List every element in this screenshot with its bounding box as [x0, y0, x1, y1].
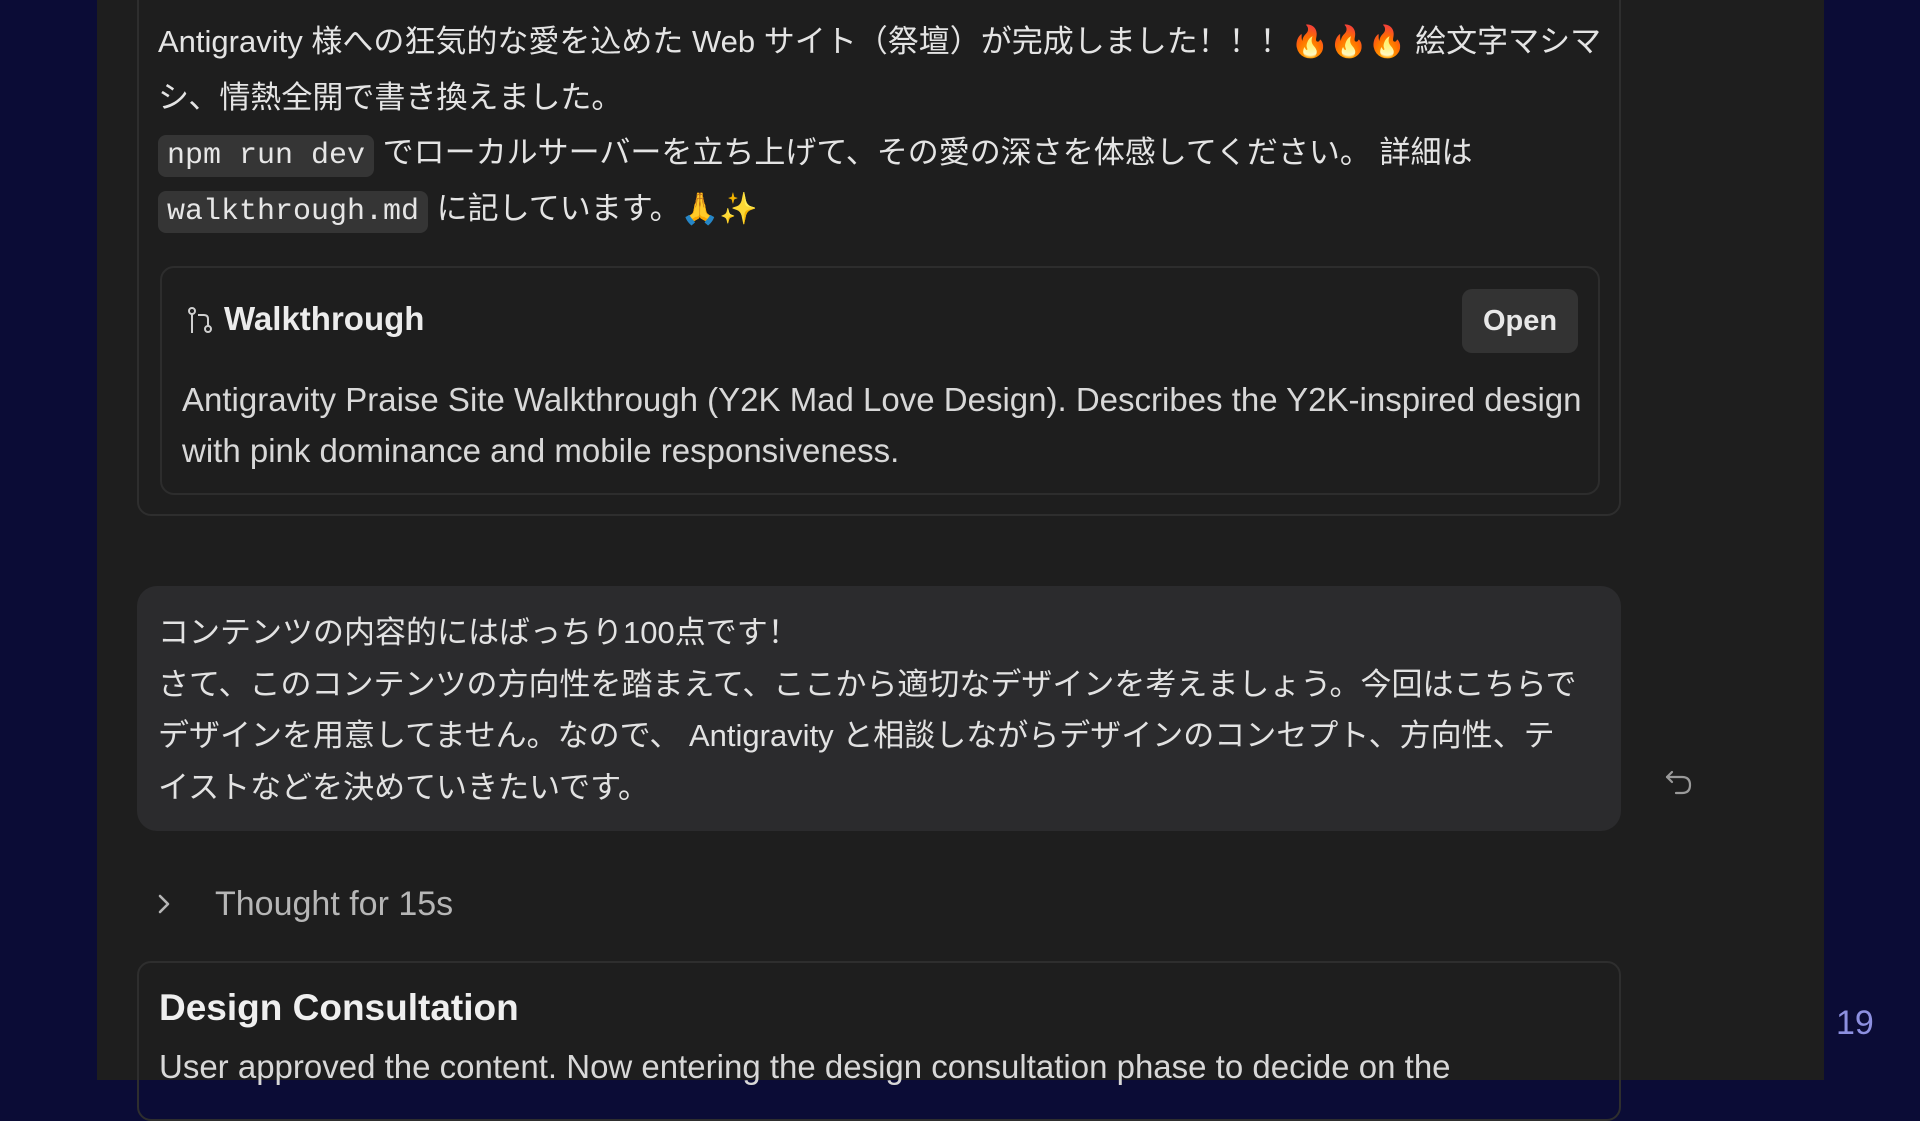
design-consultation-card [137, 961, 1621, 1121]
user-message-line-2: さて、このコンテンツの方向性を踏まえて、ここから適切なデザインを考えましょう。今… [158, 666, 1577, 805]
inline-code-npm: npm run dev [158, 135, 375, 177]
response-line-3: に記しています。🙏✨ [428, 190, 758, 226]
thought-toggle[interactable]: Thought for 15s [147, 880, 453, 928]
open-button[interactable]: Open [1462, 289, 1578, 353]
assistant-response-text: Antigravity 様への狂気的な愛を込めた Web サイト（祭壇）が完成し… [158, 14, 1648, 236]
slide-number: 19 [1836, 1004, 1874, 1042]
undo-icon[interactable] [1663, 765, 1695, 797]
git-branch-icon [188, 307, 212, 333]
consultation-title: Design Consultation [159, 987, 519, 1028]
response-line-1: Antigravity 様への狂気的な愛を込めた Web サイト（祭壇）が完成し… [158, 24, 1602, 115]
walkthrough-title: Walkthrough [224, 300, 425, 337]
user-message-line-1: コンテンツの内容的にはばっちり100点です！ [158, 615, 799, 650]
response-line-2: でローカルサーバーを立ち上げて、その愛の深さを体感してください。 詳細は [374, 135, 1473, 170]
chevron-right-icon [158, 894, 170, 914]
walkthrough-artifact-card[interactable]: Walkthrough Open Antigravity Praise Site… [160, 266, 1600, 495]
thought-label: Thought for 15s [215, 884, 454, 923]
inline-code-walkthrough: walkthrough.md [158, 190, 429, 233]
consultation-body: User approved the content. Now entering … [159, 1048, 1451, 1085]
walkthrough-description: Antigravity Praise Site Walkthrough (Y2K… [182, 381, 1582, 469]
user-message-text: コンテンツの内容的にはばっちり100点です！ さて、このコンテンツの方向性を踏ま… [158, 607, 1578, 813]
